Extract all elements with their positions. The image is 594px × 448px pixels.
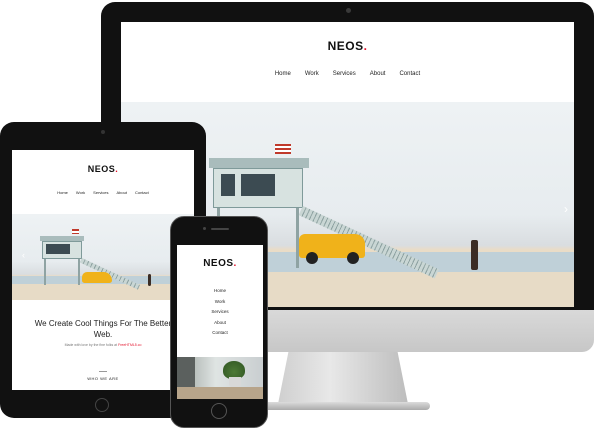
nav-home[interactable]: Home <box>57 190 68 195</box>
nav-home[interactable]: Home <box>177 286 263 297</box>
camera-icon <box>345 8 351 13</box>
tablet-logo[interactable]: NEOS. <box>12 164 194 174</box>
tablet-nav: Home Work Services About Contact <box>12 190 194 195</box>
desktop-nav: Home Work Services About Contact <box>121 71 574 77</box>
phone-photo <box>177 357 263 399</box>
speaker <box>211 228 229 230</box>
camera-icon <box>101 130 105 134</box>
nav-services[interactable]: Services <box>177 307 263 318</box>
nav-work[interactable]: Work <box>305 71 319 77</box>
device-mockup: NEOS. Home Work Services About Contact ›… <box>0 0 594 448</box>
home-button[interactable] <box>211 403 227 419</box>
nav-services[interactable]: Services <box>333 71 356 77</box>
person <box>471 240 478 270</box>
nav-about[interactable]: About <box>177 318 263 329</box>
nav-services[interactable]: Services <box>93 190 108 195</box>
flag <box>275 144 291 154</box>
tablet-credit: Made with love by the fine folks at Free… <box>64 343 142 347</box>
nav-about[interactable]: About <box>117 190 127 195</box>
camera-icon <box>203 227 206 230</box>
monitor-base <box>262 402 430 410</box>
phone-logo[interactable]: NEOS. <box>177 258 263 269</box>
nav-contact[interactable]: Contact <box>135 190 149 195</box>
monitor-stand <box>278 352 408 404</box>
slider-next-icon[interactable]: › <box>564 202 568 216</box>
nav-contact[interactable]: Contact <box>177 328 263 339</box>
nav-contact[interactable]: Contact <box>399 71 420 77</box>
slider-prev-icon[interactable]: ‹ <box>22 250 25 260</box>
phone-device: NEOS. Home Work Services About Contact <box>170 216 268 428</box>
who-we-are-label: WHO WE ARE <box>87 376 119 381</box>
nav-home[interactable]: Home <box>275 71 291 77</box>
phone-screen: NEOS. Home Work Services About Contact <box>177 245 263 399</box>
credit-link[interactable]: FreeHTML5.co <box>118 343 141 347</box>
desktop-logo[interactable]: NEOS. <box>121 39 574 53</box>
nav-work[interactable]: Work <box>177 297 263 308</box>
tablet-heading: We Create Cool Things For The Better Web… <box>34 319 172 339</box>
tablet-screen: NEOS. Home Work Services About Contact ‹… <box>12 150 194 390</box>
nav-work[interactable]: Work <box>76 190 85 195</box>
tablet-hero-slider: ‹ <box>12 214 194 300</box>
home-button[interactable] <box>95 398 109 412</box>
nav-about[interactable]: About <box>370 71 386 77</box>
phone-nav: Home Work Services About Contact <box>177 286 263 339</box>
